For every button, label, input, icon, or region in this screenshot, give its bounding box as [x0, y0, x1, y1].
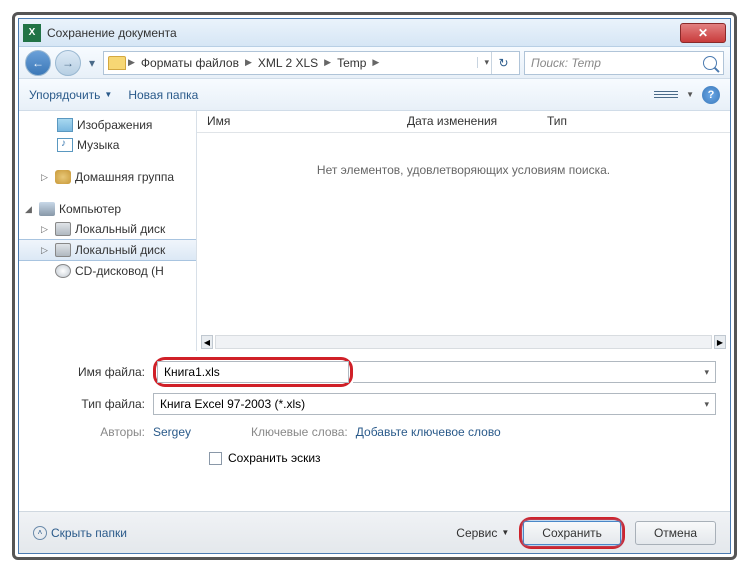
chevron-up-icon: ˄ — [33, 526, 47, 540]
history-dropdown[interactable]: ▾ — [85, 51, 99, 75]
breadcrumb[interactable]: ▶ Форматы файлов ▶ XML 2 XLS ▶ Temp ▶ ▾ … — [103, 51, 520, 75]
authors-label: Авторы: — [33, 425, 153, 439]
search-icon — [703, 56, 717, 70]
save-button[interactable]: Сохранить — [523, 521, 621, 545]
tree-item-cd[interactable]: CD-дисковод (H — [19, 261, 196, 281]
crumb-2[interactable]: XML 2 XLS — [254, 56, 322, 70]
caret-down-icon: ◢ — [25, 204, 35, 215]
authors-value[interactable]: Sergey — [153, 425, 191, 439]
tree-item-drive2[interactable]: ▷Локальный диск — [19, 239, 196, 261]
hide-folders-button[interactable]: ˄ Скрыть папки — [33, 526, 127, 540]
close-button[interactable]: ✕ — [680, 23, 726, 43]
list-header: Имя Дата изменения Тип — [197, 111, 730, 133]
file-list: Имя Дата изменения Тип Нет элементов, уд… — [197, 111, 730, 351]
caret-icon: ▷ — [41, 245, 51, 256]
title-bar: X Сохранение документа ✕ — [19, 19, 730, 47]
drive-icon — [55, 222, 71, 236]
nav-bar: ← → ▾ ▶ Форматы файлов ▶ XML 2 XLS ▶ Tem… — [19, 47, 730, 79]
filename-label: Имя файла: — [33, 365, 153, 379]
highlight-save: Сохранить — [519, 517, 625, 549]
toolbar-right: ▼ ? — [654, 86, 720, 104]
tree-item-music[interactable]: Музыка — [19, 135, 196, 155]
breadcrumb-dropdown[interactable]: ▾ — [477, 57, 489, 68]
save-dialog: X Сохранение документа ✕ ← → ▾ ▶ Форматы… — [18, 18, 731, 554]
filetype-label: Тип файла: — [33, 397, 153, 411]
hscrollbar[interactable]: ◀ ▶ — [197, 333, 730, 351]
forward-button[interactable]: → — [55, 50, 81, 76]
cd-icon — [55, 264, 71, 278]
drive-icon — [55, 243, 71, 257]
caret-icon: ▷ — [41, 224, 51, 235]
highlight-filename: Книга1.xls — [153, 357, 353, 387]
col-type[interactable]: Тип — [537, 111, 637, 132]
toolbar: Упорядочить ▼ Новая папка ▼ ? — [19, 79, 730, 111]
empty-message: Нет элементов, удовлетворяющих условиям … — [197, 133, 730, 333]
organize-button[interactable]: Упорядочить ▼ — [29, 88, 112, 102]
chevron-right-icon: ▶ — [245, 57, 252, 68]
chevron-right-icon: ▶ — [372, 57, 379, 68]
tree-item-pictures[interactable]: Изображения — [19, 115, 196, 135]
folder-icon — [108, 56, 126, 70]
refresh-button[interactable]: ↻ — [491, 52, 515, 74]
tree-item-drive1[interactable]: ▷Локальный диск — [19, 219, 196, 239]
chevron-right-icon: ▶ — [128, 57, 135, 68]
chevron-down-icon: ▼ — [104, 90, 112, 99]
col-name[interactable]: Имя — [197, 111, 397, 132]
search-placeholder: Поиск: Temp — [531, 56, 601, 70]
view-options-button[interactable] — [654, 86, 678, 104]
col-date[interactable]: Дата изменения — [397, 111, 537, 132]
pictures-icon — [57, 118, 73, 132]
footer: ˄ Скрыть папки Сервис ▼ Сохранить Отмена — [19, 511, 730, 553]
chevron-right-icon: ▶ — [324, 57, 331, 68]
scroll-right-icon[interactable]: ▶ — [714, 335, 726, 349]
cancel-button[interactable]: Отмена — [635, 521, 716, 545]
scroll-left-icon[interactable]: ◀ — [201, 335, 213, 349]
tree-item-homegroup[interactable]: ▷Домашняя группа — [19, 167, 196, 187]
chevron-down-icon[interactable]: ▼ — [686, 90, 694, 99]
scroll-track[interactable] — [215, 335, 712, 349]
window-title: Сохранение документа — [47, 26, 680, 40]
search-input[interactable]: Поиск: Temp — [524, 51, 724, 75]
nav-tree[interactable]: Изображения Музыка ▷Домашняя группа ◢Ком… — [19, 111, 197, 351]
form-area: Имя файла: Книга1.xls ▾ Тип файла: Книга… — [19, 351, 730, 471]
crumb-3[interactable]: Temp — [333, 56, 370, 70]
service-button[interactable]: Сервис ▼ — [456, 526, 509, 540]
filetype-combo[interactable]: Книга Excel 97-2003 (*.xls) — [153, 393, 716, 415]
chevron-down-icon[interactable]: ▾ — [704, 367, 709, 378]
tree-item-computer[interactable]: ◢Компьютер — [19, 199, 196, 219]
new-folder-button[interactable]: Новая папка — [128, 88, 198, 102]
music-icon — [57, 138, 73, 152]
tags-label: Ключевые слова: — [251, 425, 356, 439]
computer-icon — [39, 202, 55, 216]
crumb-1[interactable]: Форматы файлов — [137, 56, 243, 70]
back-button[interactable]: ← — [25, 50, 51, 76]
thumbnail-checkbox[interactable] — [209, 452, 222, 465]
homegroup-icon — [55, 170, 71, 184]
chevron-down-icon: ▼ — [501, 528, 509, 537]
filename-input[interactable]: Книга1.xls — [157, 361, 349, 383]
caret-icon: ▷ — [41, 172, 51, 183]
thumbnail-row[interactable]: Сохранить эскиз — [33, 451, 716, 465]
excel-icon: X — [23, 24, 41, 42]
help-button[interactable]: ? — [702, 86, 720, 104]
thumbnail-label: Сохранить эскиз — [228, 451, 321, 465]
body-area: Изображения Музыка ▷Домашняя группа ◢Ком… — [19, 111, 730, 351]
tags-value[interactable]: Добавьте ключевое слово — [356, 425, 501, 439]
